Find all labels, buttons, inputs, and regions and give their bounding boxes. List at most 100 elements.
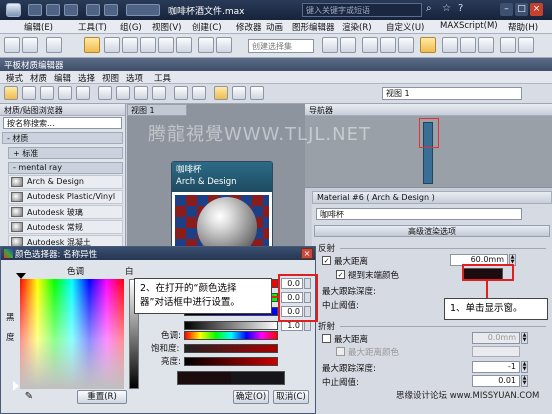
pick-material-icon[interactable]: [22, 86, 36, 100]
show-background-icon[interactable]: [152, 86, 166, 100]
move-icon[interactable]: [140, 37, 156, 53]
refraction-max-distance-field[interactable]: 0.0mm: [472, 332, 520, 344]
redo-button[interactable]: [22, 37, 38, 53]
layer-manager-icon[interactable]: [362, 37, 378, 53]
curve-editor-icon[interactable]: [380, 37, 396, 53]
redo-icon[interactable]: [104, 4, 118, 16]
ok-button[interactable]: 确定(O): [233, 390, 269, 404]
group-mental-ray[interactable]: - mental ray: [8, 162, 123, 174]
selection-set-input[interactable]: 创建选择集: [248, 39, 314, 53]
search-input[interactable]: 键入关键字或短语: [302, 3, 422, 17]
menu-maxscript[interactable]: MAXScript(M): [440, 21, 498, 31]
dialog-close-button[interactable]: ×: [301, 248, 313, 259]
material-editor-icon[interactable]: [420, 37, 436, 53]
menu-create[interactable]: 创建(C): [192, 21, 222, 33]
layout-children-icon[interactable]: [192, 86, 206, 100]
material-node[interactable]: 咖啡杯 Arch & Design: [171, 161, 273, 257]
link-icon[interactable]: [46, 37, 62, 53]
save-file-icon[interactable]: [64, 4, 78, 16]
value-gradient[interactable]: [184, 357, 278, 366]
max-distance-color-checkbox[interactable]: [336, 347, 345, 356]
tab-view-1[interactable]: 视图 1: [127, 104, 187, 116]
render-icon[interactable]: [478, 37, 494, 53]
select-by-material-icon[interactable]: [250, 86, 264, 100]
hue-gradient[interactable]: [184, 331, 278, 340]
scale-icon[interactable]: [176, 37, 192, 53]
align-icon[interactable]: [340, 37, 356, 53]
list-item[interactable]: Autodesk Plastic/Vinyl: [8, 190, 123, 204]
assign-material-icon[interactable]: [58, 86, 72, 100]
reference-coordinate-icon[interactable]: [198, 37, 214, 53]
slate-menu-mode[interactable]: 模式: [6, 72, 23, 84]
open-file-icon[interactable]: [46, 4, 60, 16]
cancel-button[interactable]: 取消(C): [273, 390, 309, 404]
material-name-field[interactable]: 咖啡杯: [316, 208, 522, 220]
navigator-frame[interactable]: [419, 118, 439, 148]
max-distance-checkbox[interactable]: ✓: [322, 256, 331, 265]
group-materials[interactable]: - 材质: [2, 132, 123, 144]
schematic-view-icon[interactable]: [398, 37, 414, 53]
render-setup-icon[interactable]: [442, 37, 458, 53]
select-by-name-icon[interactable]: [104, 37, 120, 53]
slate-menu-edit[interactable]: 编辑: [54, 72, 71, 84]
list-item[interactable]: Autodesk 常规: [8, 220, 123, 234]
parameter-editor-icon[interactable]: [232, 86, 246, 100]
select-object-icon[interactable]: [84, 37, 100, 53]
menu-customize[interactable]: 自定义(U): [386, 21, 424, 33]
slate-menu-view[interactable]: 视图: [102, 72, 119, 84]
menu-views[interactable]: 视图(V): [152, 21, 181, 33]
maximize-button[interactable]: □: [515, 3, 528, 16]
mirror-icon[interactable]: [322, 37, 338, 53]
menu-help[interactable]: 帮助(H): [508, 21, 538, 33]
refraction-cutoff-spinner[interactable]: ▲ ▼: [521, 375, 528, 387]
toolbar-extra-icon-2[interactable]: [518, 37, 534, 53]
max-distance-color-swatch[interactable]: [472, 346, 520, 357]
search-icon[interactable]: ⌕: [426, 3, 438, 16]
show-map-icon[interactable]: [134, 86, 148, 100]
slate-menu-material[interactable]: 材质: [30, 72, 47, 84]
list-item[interactable]: Autodesk 玻璃: [8, 205, 123, 219]
menu-animation[interactable]: 动画: [266, 21, 283, 33]
rollout-advanced-options[interactable]: 高级渲染选项: [314, 225, 550, 237]
workspace-dropdown[interactable]: [126, 4, 160, 16]
refraction-cutoff-field[interactable]: 0.01: [472, 375, 520, 387]
hide-unused-icon[interactable]: [116, 86, 130, 100]
undo-icon[interactable]: [86, 4, 100, 16]
toolbar-extra-icon[interactable]: [500, 37, 516, 53]
reset-button[interactable]: 重置(R): [77, 390, 127, 404]
refraction-max-depth-spinner[interactable]: ▲ ▼: [521, 361, 528, 373]
menu-rendering[interactable]: 渲染(R): [342, 21, 372, 33]
menu-tools[interactable]: 工具(T): [78, 21, 107, 33]
render-frame-icon[interactable]: [460, 37, 476, 53]
rectangular-selection-icon[interactable]: [122, 37, 138, 53]
star-icon[interactable]: ☆: [442, 3, 454, 16]
undo-button[interactable]: [4, 37, 20, 53]
pivot-icon[interactable]: [216, 37, 232, 53]
refraction-max-depth-field[interactable]: -1: [472, 361, 520, 373]
menu-group[interactable]: 组(G): [120, 21, 142, 33]
minimize-button[interactable]: –: [500, 3, 513, 16]
slate-menu-options[interactable]: 选项: [126, 72, 143, 84]
slate-menu-tools[interactable]: 工具: [154, 72, 171, 84]
view-select[interactable]: 视图 1: [382, 87, 522, 100]
select-tool-icon[interactable]: [4, 86, 18, 100]
fade-to-end-color-checkbox[interactable]: ✓: [336, 270, 345, 279]
saturation-gradient[interactable]: [184, 344, 278, 353]
move-children-icon[interactable]: [98, 86, 112, 100]
material-map-navigator-icon[interactable]: [214, 86, 228, 100]
new-file-icon[interactable]: [28, 4, 42, 16]
refraction-max-distance-spinner[interactable]: ▲ ▼: [521, 332, 528, 344]
list-item[interactable]: Arch & Design: [8, 175, 123, 189]
alpha-gradient[interactable]: [184, 321, 278, 330]
menu-edit[interactable]: 编辑(E): [24, 21, 53, 33]
refraction-max-distance-checkbox[interactable]: [322, 334, 331, 343]
app-logo-icon[interactable]: [6, 3, 21, 17]
delete-icon[interactable]: [76, 86, 90, 100]
close-button[interactable]: ×: [530, 3, 543, 16]
layout-all-icon[interactable]: [174, 86, 188, 100]
eyedropper-icon[interactable]: ✎: [23, 391, 35, 403]
slate-menu-select[interactable]: 选择: [78, 72, 95, 84]
help-icon[interactable]: ?: [458, 3, 470, 16]
blackness-pointer-icon[interactable]: [13, 381, 19, 391]
rotate-icon[interactable]: [158, 37, 174, 53]
